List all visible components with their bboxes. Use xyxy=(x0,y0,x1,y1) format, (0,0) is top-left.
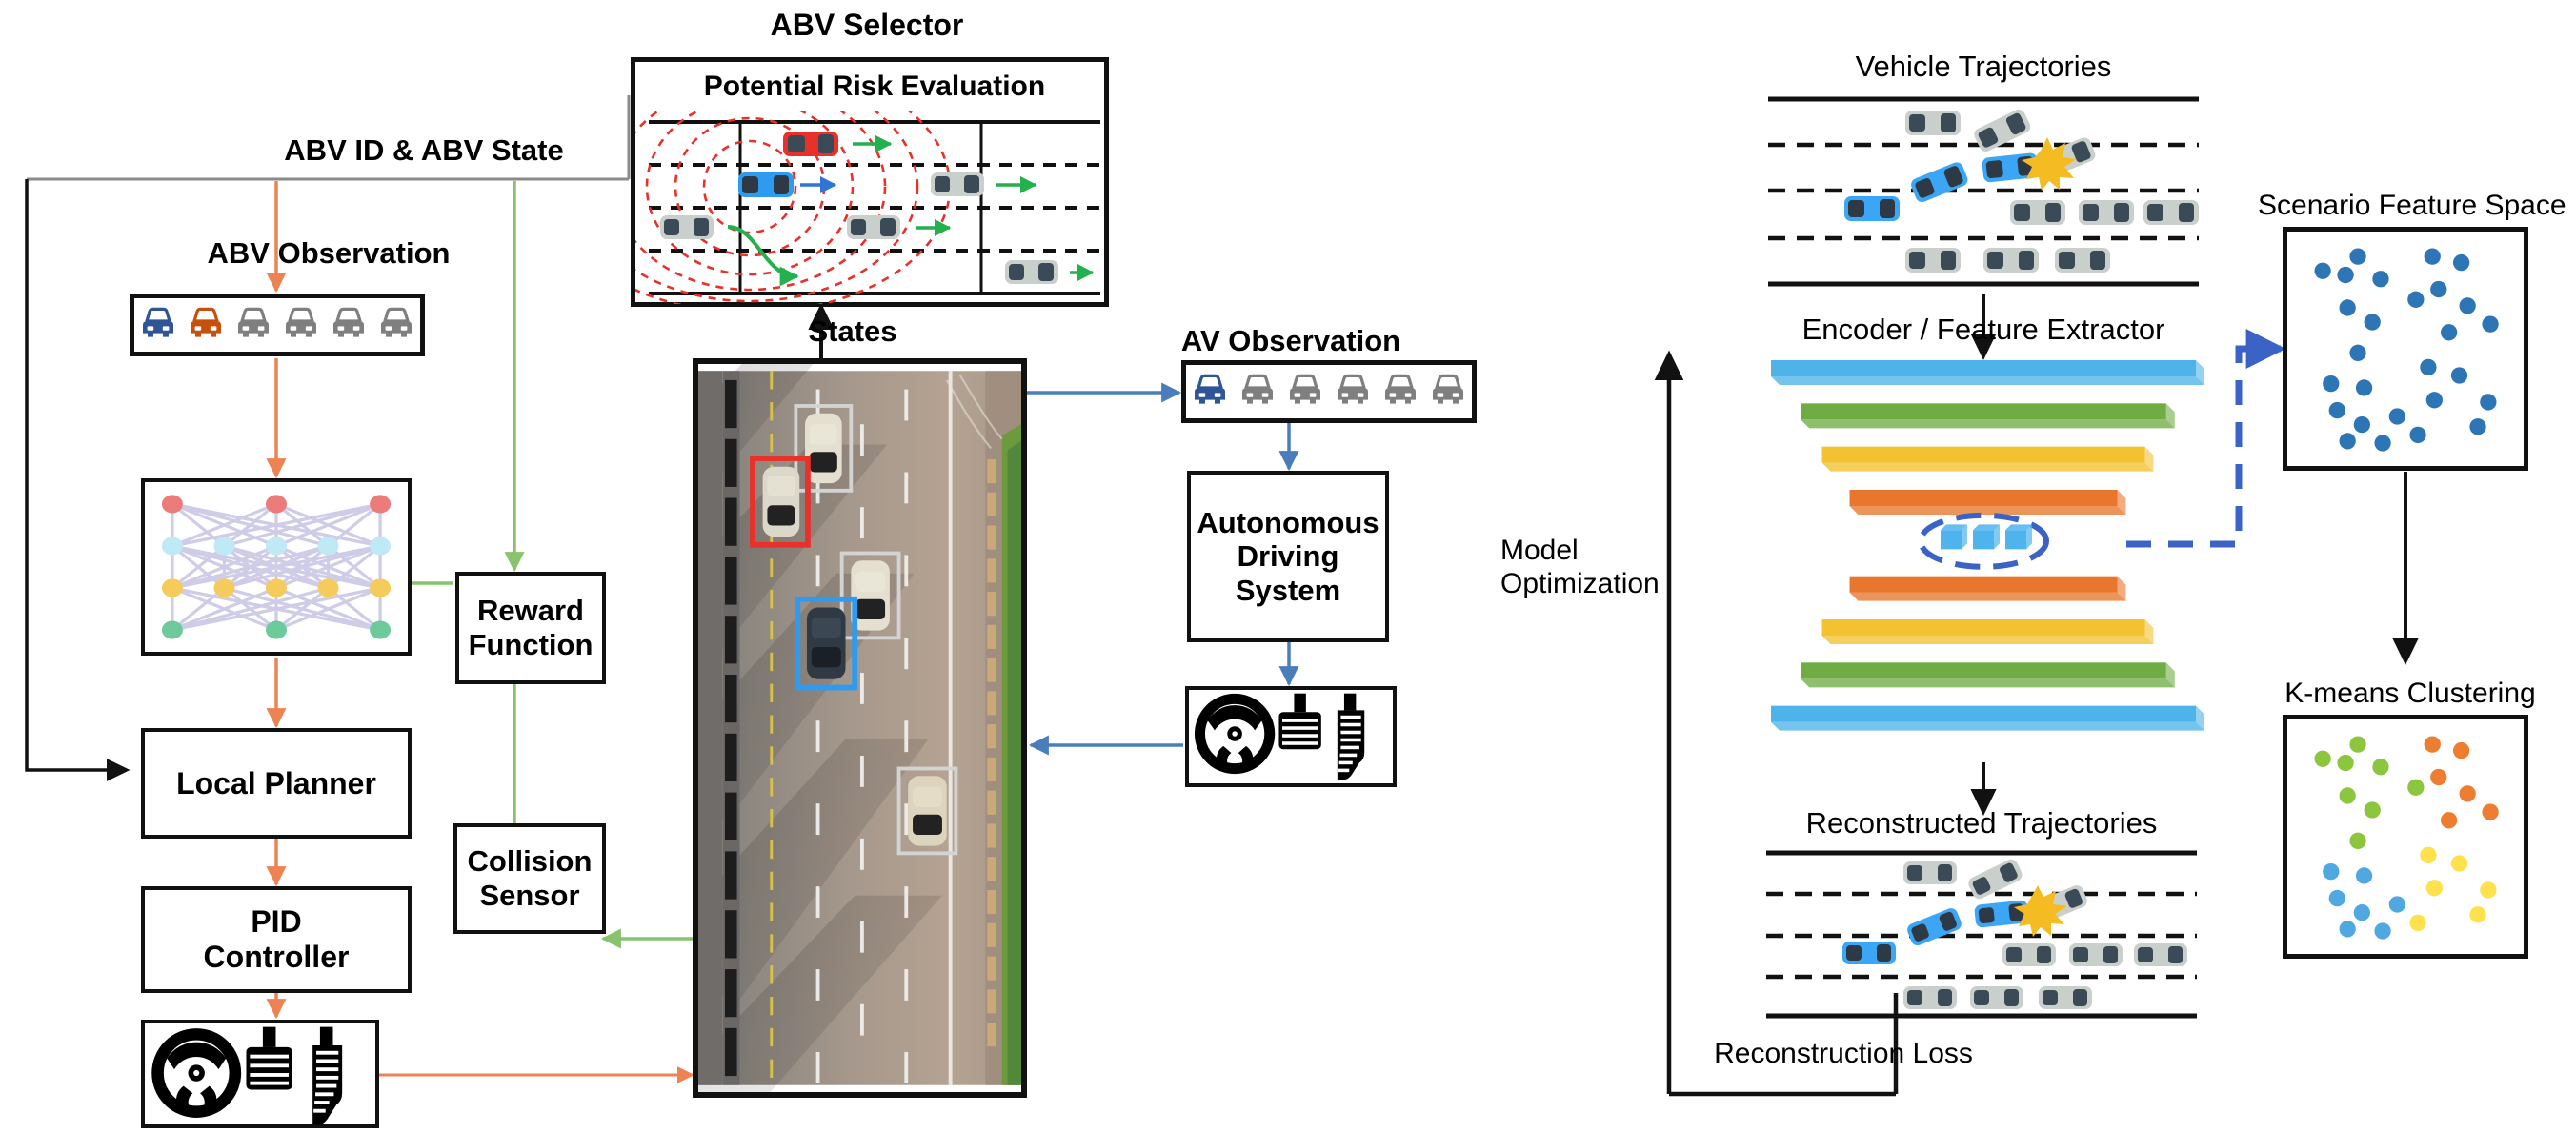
autonomous-driving-system-box[interactable]: Autonomous Driving System xyxy=(1187,471,1389,642)
collision-sensor-box[interactable]: Collision Sensor xyxy=(453,823,606,934)
risk-vehicle-blue xyxy=(738,172,794,197)
accelerator-pedal-icon xyxy=(1337,693,1365,780)
car-front-icon-other xyxy=(1242,374,1273,404)
abv-id-state-label: ABV ID & ABV State xyxy=(284,133,564,167)
risk-vehicle-gray-4 xyxy=(1005,260,1058,284)
car-front-icon-ego xyxy=(1195,374,1225,404)
potential-risk-evaluation-title: Potential Risk Evaluation xyxy=(703,71,1046,102)
av-actuator-icons xyxy=(1194,693,1365,780)
encoder-title: Encoder / Feature Extractor xyxy=(1801,313,2165,346)
car-front-icon-other xyxy=(1338,374,1368,404)
ads-line2: Driving xyxy=(1237,539,1339,574)
abv-actuator-box[interactable] xyxy=(141,1020,379,1128)
av-observation-label: AV Observation xyxy=(1180,324,1401,357)
car-front-icon-abv xyxy=(191,307,221,337)
av-car-list xyxy=(1180,369,1478,415)
reconstructed-trajectories-title: Reconstructed Trajectories xyxy=(1805,806,2158,840)
risk-vehicle-gray-2 xyxy=(660,215,714,239)
reconstruction-loss-label: Reconstruction Loss xyxy=(1714,1038,1973,1069)
car-front-icon-other xyxy=(1433,374,1463,404)
risk-evaluation-scene xyxy=(635,111,1100,304)
scenario-feature-space-title: Scenario Feature Space xyxy=(2258,190,2566,221)
risk-vehicle-gray-1 xyxy=(931,172,984,196)
policy-network-box[interactable] xyxy=(141,478,412,656)
vehicle-trajectories-scene[interactable] xyxy=(1764,93,2203,289)
local-planner-label: Local Planner xyxy=(176,765,376,800)
collision-sensor-line2: Sensor xyxy=(479,879,580,912)
steering-wheel-icon xyxy=(1194,693,1276,775)
vehicle-trajectories-title: Vehicle Trajectories xyxy=(1855,50,2112,83)
reward-function-line1: Reward xyxy=(477,594,584,628)
car-front-icon-other xyxy=(333,307,364,337)
abv-car-list xyxy=(129,302,426,348)
ads-line3: System xyxy=(1235,573,1341,607)
car-front-icon-other xyxy=(286,307,316,337)
model-optimization-line1: Model xyxy=(1500,535,1579,566)
reward-function-line2: Function xyxy=(468,628,594,661)
pid-controller-line1: PID xyxy=(251,904,302,940)
ads-line1: Autonomous xyxy=(1197,505,1379,539)
car-front-icon-other xyxy=(238,307,269,337)
pid-controller-box[interactable]: PID Controller xyxy=(141,886,412,993)
abv-selector-panel[interactable]: Potential Risk Evaluation xyxy=(631,57,1109,307)
steering-wheel-icon xyxy=(151,1028,242,1118)
policy-network-graph xyxy=(161,495,392,639)
aerial-highway-render xyxy=(698,364,1021,1092)
model-optimization-label: Model Optimization xyxy=(1500,534,1691,601)
simulator-photo[interactable] xyxy=(693,358,1027,1098)
scenario-feature-space-chart xyxy=(2314,248,2499,452)
reconstructed-trajectories-scene[interactable] xyxy=(1762,848,2201,1020)
pid-controller-line2: Controller xyxy=(203,940,350,974)
diagram-canvas: ABV ID & ABV State ABV Observation Rewar… xyxy=(0,0,2576,1134)
autoencoder-svg xyxy=(1771,360,2204,731)
av-observation-strip[interactable] xyxy=(1181,360,1477,423)
brake-pedal-icon xyxy=(246,1026,292,1090)
abv-selector-title: ABV Selector xyxy=(770,8,964,42)
accelerator-pedal-icon xyxy=(312,1026,343,1125)
trajectory-scene-svg xyxy=(1768,96,2199,287)
car-front-icon-other xyxy=(1385,374,1416,404)
car-front-icon-other xyxy=(381,307,412,337)
car-front-icon-other xyxy=(1290,374,1320,404)
risk-vehicle-gray-3 xyxy=(847,215,900,239)
risk-vehicle-red xyxy=(783,132,838,156)
collision-sensor-line1: Collision xyxy=(467,844,593,879)
av-actuator-box[interactable] xyxy=(1185,686,1397,787)
abv-actuator-icons xyxy=(151,1026,343,1125)
scenario-feature-space-panel[interactable] xyxy=(2283,227,2528,471)
kmeans-clustering-panel[interactable] xyxy=(2283,715,2528,959)
kmeans-clustering-title: K-means Clustering xyxy=(2284,678,2536,709)
states-label: States xyxy=(808,314,897,348)
car-front-icon-ego xyxy=(143,307,173,337)
model-optimization-line2: Optimization xyxy=(1500,568,1660,600)
reward-function-box[interactable]: Reward Function xyxy=(455,572,606,684)
kmeans-clustering-chart xyxy=(2314,736,2499,940)
reconstructed-scene-svg xyxy=(1766,850,2197,1019)
abv-observation-label: ABV Observation xyxy=(207,236,451,270)
brake-pedal-icon xyxy=(1278,693,1321,750)
local-planner-box[interactable]: Local Planner xyxy=(141,728,412,839)
abv-observation-strip[interactable] xyxy=(130,294,425,356)
autoencoder-stack[interactable] xyxy=(1755,354,2212,762)
